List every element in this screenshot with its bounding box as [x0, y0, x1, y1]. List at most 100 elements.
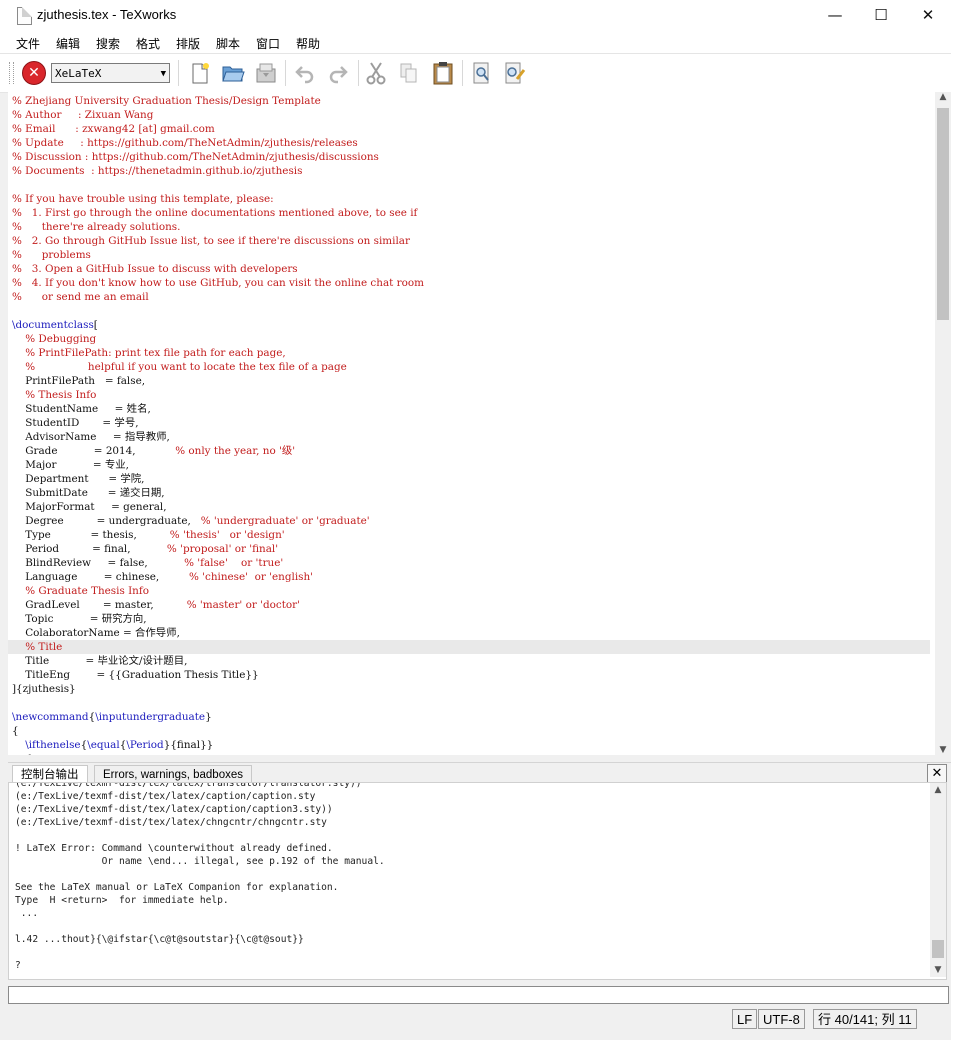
code-command: \newcommand	[12, 711, 89, 723]
maximize-button[interactable]: ☐	[858, 0, 904, 31]
editor-line[interactable]: Type = thesis, % 'thesis' or 'design'	[12, 528, 930, 542]
editor-line[interactable]: \newcommand{\inputundergraduate}	[12, 710, 930, 724]
editor-line[interactable]: SubmitDate = 递交日期,	[12, 486, 930, 500]
editor-line[interactable]: % 2. Go through GitHub Issue list, to se…	[12, 234, 930, 248]
menu-typeset[interactable]: 排版	[176, 35, 200, 52]
editor-line[interactable]: % Author : Zixuan Wang	[12, 108, 930, 122]
menu-search[interactable]: 搜索	[96, 35, 120, 52]
menu-edit[interactable]: 编辑	[56, 35, 80, 52]
editor-line[interactable]: % problems	[12, 248, 930, 262]
editor-line[interactable]: Period = final, % 'proposal' or 'final'	[12, 542, 930, 556]
editor-line[interactable]: % 4. If you don't know how to use GitHub…	[12, 276, 930, 290]
cursor-position-indicator[interactable]: 行 40/141; 列 11	[813, 1009, 917, 1029]
stop-typeset-button[interactable]: ✕	[22, 61, 46, 85]
editor-line[interactable]: ColaboratorName = 合作导师,	[12, 626, 930, 640]
line-ending-indicator[interactable]: LF	[732, 1009, 758, 1029]
editor-line[interactable]: Grade = 2014, % only the year, no '级'	[12, 444, 930, 458]
editor-line[interactable]: Department = 学院,	[12, 472, 930, 486]
menu-scripts[interactable]: 脚本	[216, 35, 240, 52]
scroll-down-icon[interactable]: ▼	[930, 965, 946, 975]
menu-file[interactable]: 文件	[16, 35, 40, 52]
editor-line[interactable]: AdvisorName = 指导教师,	[12, 430, 930, 444]
find-icon	[473, 62, 489, 84]
undo-button[interactable]	[291, 59, 319, 87]
code-comment: % helpful if you want to locate the tex …	[12, 361, 347, 373]
editor-line[interactable]: % Email : zxwang42 [at] gmail.com	[12, 122, 930, 136]
editor-line[interactable]: % or send me an email	[12, 290, 930, 304]
code-text: PrintFilePath = false,	[12, 375, 146, 387]
editor-line[interactable]: % 3. Open a GitHub Issue to discuss with…	[12, 262, 930, 276]
editor-line[interactable]: % Update : https://github.com/TheNetAdmi…	[12, 136, 930, 150]
editor-line[interactable]: \documentclass[	[12, 318, 930, 332]
code-command: \Period	[126, 739, 164, 751]
editor-line[interactable]: % Zhejiang University Graduation Thesis/…	[12, 94, 930, 108]
console-log-line: (e:/TexLive/texmf-dist/tex/latex/caption…	[15, 804, 333, 815]
editor-line[interactable]: % Graduate Thesis Info	[12, 584, 930, 598]
scroll-down-icon[interactable]: ▼	[935, 745, 951, 755]
editor-line[interactable]: Title = 毕业论文/设计题目,	[12, 654, 930, 668]
editor-line[interactable]: % Debugging	[12, 332, 930, 346]
editor-line[interactable]	[12, 304, 930, 318]
console-scroll-thumb[interactable]	[932, 940, 944, 958]
editor-line[interactable]: StudentID = 学号,	[12, 416, 930, 430]
editor-line[interactable]: BlindReview = false, % 'false' or 'true'	[12, 556, 930, 570]
scroll-up-icon[interactable]: ▲	[930, 785, 946, 795]
editor-line[interactable]: % helpful if you want to locate the tex …	[12, 360, 930, 374]
source-editor[interactable]: % Zhejiang University Graduation Thesis/…	[8, 92, 935, 755]
editor-line[interactable]: % Documents : https://thenetadmin.github…	[12, 164, 930, 178]
editor-line[interactable]: % 1. First go through the online documen…	[12, 206, 930, 220]
typeset-engine-select[interactable]: XeLaTeX ▼	[51, 63, 170, 83]
editor-line[interactable]: Degree = undergraduate, % 'undergraduate…	[12, 514, 930, 528]
editor-line[interactable]: StudentName = 姓名,	[12, 402, 930, 416]
close-console-button[interactable]: ✕	[927, 764, 947, 784]
editor-scrollbar[interactable]: ▲ ▼	[935, 92, 951, 755]
toolbar-grip[interactable]	[9, 62, 14, 84]
editor-line[interactable]: % PrintFilePath: print tex file path for…	[12, 346, 930, 360]
save-button[interactable]	[252, 59, 280, 87]
editor-line[interactable]: % Thesis Info	[12, 388, 930, 402]
editor-line[interactable]: {	[12, 752, 930, 755]
minimize-button[interactable]: —	[812, 0, 858, 31]
copy-button[interactable]	[395, 59, 423, 87]
editor-line[interactable]: Topic = 研究方向,	[12, 612, 930, 626]
code-comment: % 'undergraduate' or 'graduate'	[200, 515, 370, 527]
menu-window[interactable]: 窗口	[256, 35, 280, 52]
redo-button[interactable]	[324, 59, 352, 87]
paste-button[interactable]	[429, 59, 457, 87]
close-window-button[interactable]: ✕	[905, 0, 951, 31]
new-file-icon	[192, 63, 209, 84]
editor-line[interactable]: Major = 专业,	[12, 458, 930, 472]
texworks-window: zjuthesis.tex - TeXworks — ☐ ✕ 文件 编辑 搜索 …	[0, 0, 952, 1040]
console-input-field[interactable]	[8, 986, 949, 1004]
current-editor-line[interactable]: % Title	[8, 640, 930, 654]
new-document-button[interactable]	[186, 59, 214, 87]
menu-format[interactable]: 格式	[136, 35, 160, 52]
code-comment: % If you have trouble using this templat…	[12, 193, 274, 205]
editor-line[interactable]: % If you have trouble using this templat…	[12, 192, 930, 206]
editor-line[interactable]: % there're already solutions.	[12, 220, 930, 234]
scroll-up-icon[interactable]: ▲	[935, 92, 951, 102]
cut-button[interactable]	[362, 59, 390, 87]
editor-line[interactable]	[12, 696, 930, 710]
editor-line[interactable]: MajorFormat = general,	[12, 500, 930, 514]
editor-line[interactable]: % Discussion : https://github.com/TheNet…	[12, 150, 930, 164]
replace-button[interactable]	[501, 59, 529, 87]
editor-line[interactable]: ]{zjuthesis}	[12, 682, 930, 696]
find-button[interactable]	[468, 59, 496, 87]
editor-line[interactable]: Language = chinese, % 'chinese' or 'engl…	[12, 570, 930, 584]
editor-line[interactable]: TitleEng = {{Graduation Thesis Title}}	[12, 668, 930, 682]
editor-scroll-thumb[interactable]	[937, 108, 949, 320]
code-text: SubmitDate = 递交日期,	[12, 487, 165, 499]
code-comment: % there're already solutions.	[12, 221, 181, 233]
menu-help[interactable]: 帮助	[296, 35, 320, 52]
tex-source-code[interactable]: % Zhejiang University Graduation Thesis/…	[8, 94, 930, 755]
editor-line[interactable]: GradLevel = master, % 'master' or 'docto…	[12, 598, 930, 612]
editor-line[interactable]	[12, 178, 930, 192]
open-button[interactable]	[219, 59, 247, 87]
editor-line[interactable]: {	[12, 724, 930, 738]
document-icon	[17, 7, 32, 25]
console-scrollbar[interactable]: ▲ ▼	[930, 783, 946, 977]
encoding-indicator[interactable]: UTF-8	[758, 1009, 805, 1029]
editor-line[interactable]: \ifthenelse{\equal{\Period}{final}}	[12, 738, 930, 752]
editor-line[interactable]: PrintFilePath = false,	[12, 374, 930, 388]
